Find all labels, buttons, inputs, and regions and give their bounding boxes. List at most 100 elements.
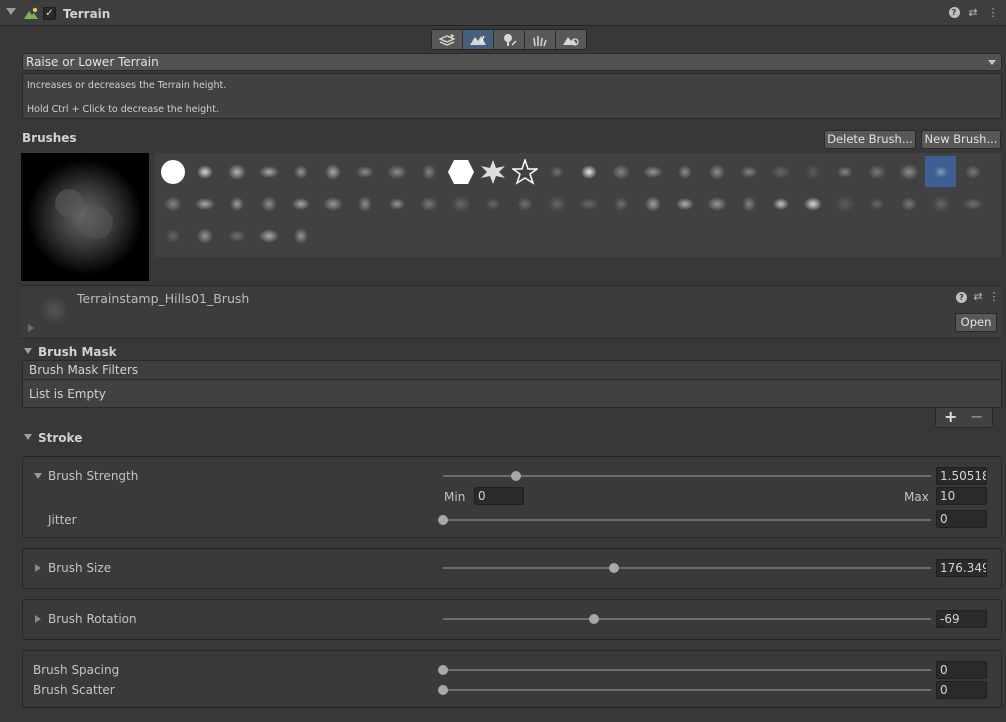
brush-thumbnail[interactable]	[317, 156, 348, 187]
brush-size-field[interactable]: 176.349	[936, 559, 987, 577]
remove-filter-button[interactable]: −	[970, 407, 983, 426]
brush-scatter-slider-thumb[interactable]	[438, 685, 448, 695]
delete-brush-button[interactable]: Delete Brush...	[824, 130, 916, 149]
brush-thumbnail[interactable]	[669, 156, 700, 187]
foldout-arrow-icon[interactable]	[35, 564, 41, 572]
brush-thumbnail[interactable]	[701, 188, 732, 219]
jitter-field[interactable]: 0	[936, 510, 987, 528]
brush-rotation-slider-track[interactable]	[443, 618, 931, 620]
brush-thumbnail[interactable]	[253, 188, 284, 219]
brush-thumbnail[interactable]	[285, 220, 316, 251]
brush-thumbnail[interactable]	[957, 188, 988, 219]
brush-thumbnail[interactable]	[317, 188, 348, 219]
asset-help-icon[interactable]: ?	[956, 292, 967, 303]
add-filter-button[interactable]: +	[944, 407, 957, 426]
brush-thumbnail[interactable]	[829, 188, 860, 219]
brush-rotation-field[interactable]: -69	[936, 610, 987, 628]
brush-thumbnail[interactable]	[445, 156, 476, 187]
brush-thumbnail[interactable]	[285, 156, 316, 187]
brush-rotation-slider-thumb[interactable]	[589, 614, 600, 624]
brush-thumbnail[interactable]	[797, 188, 828, 219]
brush-thumbnail[interactable]	[573, 156, 604, 187]
brush-thumbnail[interactable]	[189, 156, 220, 187]
brush-thumbnail[interactable]	[349, 156, 380, 187]
jitter-slider-track[interactable]	[443, 519, 931, 521]
brush-thumbnail[interactable]	[157, 220, 188, 251]
brush-spacing-slider-track[interactable]	[443, 669, 931, 671]
brush-thumbnail[interactable]	[221, 156, 252, 187]
brush-strength-slider-thumb[interactable]	[511, 471, 522, 481]
new-brush-button[interactable]: New Brush...	[921, 130, 1001, 149]
brush-thumbnail[interactable]	[285, 188, 316, 219]
brush-thumbnail[interactable]	[157, 188, 188, 219]
terrain-settings-button[interactable]	[556, 30, 586, 49]
brush-thumbnail[interactable]	[541, 156, 572, 187]
brush-thumbnail[interactable]	[765, 156, 796, 187]
brush-thumbnail[interactable]	[893, 188, 924, 219]
brush-thumbnail[interactable]	[573, 188, 604, 219]
brush-thumbnail[interactable]	[733, 188, 764, 219]
brush-thumbnail[interactable]	[829, 156, 860, 187]
min-field[interactable]: 0	[474, 487, 524, 505]
brush-thumbnail[interactable]	[797, 156, 828, 187]
jitter-slider-thumb[interactable]	[438, 515, 448, 525]
brush-thumbnail[interactable]	[189, 220, 220, 251]
brush-thumbnail[interactable]	[861, 188, 892, 219]
brush-thumbnail[interactable]	[541, 188, 572, 219]
enable-checkbox[interactable]: ✓	[43, 7, 56, 20]
brush-strength-field[interactable]: 1.50518	[936, 467, 987, 485]
brush-thumbnail[interactable]	[605, 156, 636, 187]
foldout-arrow-icon[interactable]	[35, 615, 41, 623]
brush-thumbnail[interactable]	[381, 188, 412, 219]
asset-preset-icon[interactable]: ⇄	[971, 290, 985, 304]
asset-more-menu-icon[interactable]: ⋮	[987, 290, 1001, 304]
asset-foldout-icon[interactable]	[28, 324, 34, 332]
brush-scatter-slider-track[interactable]	[443, 689, 931, 691]
paint-trees-button[interactable]	[494, 30, 525, 49]
brush-thumbnail[interactable]	[413, 156, 444, 187]
brush-thumbnail[interactable]	[637, 156, 668, 187]
more-menu-icon[interactable]: ⋮	[986, 6, 1000, 20]
paint-details-button[interactable]	[525, 30, 556, 49]
brush-thumbnail[interactable]	[925, 188, 956, 219]
brush-thumbnail[interactable]	[477, 188, 508, 219]
brush-thumbnail[interactable]	[477, 156, 508, 187]
create-neighbor-terrains-button[interactable]	[432, 30, 463, 49]
brush-thumbnail[interactable]	[605, 188, 636, 219]
brush-spacing-slider-thumb[interactable]	[438, 665, 448, 675]
foldout-arrow-icon[interactable]	[6, 8, 16, 15]
help-icon[interactable]: ?	[947, 6, 961, 20]
brush-thumbnail[interactable]	[509, 156, 540, 187]
brush-thumbnail[interactable]	[253, 156, 284, 187]
brush-size-slider-track[interactable]	[443, 567, 931, 569]
brush-scatter-field[interactable]: 0	[936, 681, 987, 699]
brush-thumbnail[interactable]	[893, 156, 924, 187]
brush-thumbnail[interactable]	[413, 188, 444, 219]
brush-thumbnail[interactable]	[221, 188, 252, 219]
brush-thumbnail[interactable]	[637, 188, 668, 219]
brush-size-slider-thumb[interactable]	[608, 563, 619, 573]
brush-thumbnail[interactable]	[157, 156, 188, 187]
brush-thumbnail[interactable]	[509, 188, 540, 219]
brush-thumbnail[interactable]	[349, 188, 380, 219]
brush-thumbnail[interactable]	[669, 188, 700, 219]
brush-thumbnail[interactable]	[221, 220, 252, 251]
brush-thumbnail[interactable]	[861, 156, 892, 187]
brush-thumbnail[interactable]	[445, 188, 476, 219]
max-field[interactable]: 10	[936, 487, 987, 505]
brush-thumbnail[interactable]	[253, 220, 284, 251]
open-button[interactable]: Open	[955, 313, 997, 332]
tool-dropdown[interactable]: Raise or Lower Terrain	[22, 53, 1002, 71]
brush-thumbnail[interactable]	[701, 156, 732, 187]
brush-thumbnail[interactable]	[925, 156, 956, 187]
preset-icon[interactable]: ⇄	[966, 6, 980, 20]
brush-mask-section-header[interactable]: Brush Mask	[0, 342, 1006, 362]
paint-terrain-button[interactable]	[463, 30, 494, 49]
brush-thumbnail[interactable]	[765, 188, 796, 219]
brush-thumbnail[interactable]	[733, 156, 764, 187]
brush-spacing-field[interactable]: 0	[936, 661, 987, 679]
brush-thumbnail[interactable]	[189, 188, 220, 219]
foldout-arrow-icon[interactable]	[34, 473, 42, 479]
brush-thumbnail[interactable]	[381, 156, 412, 187]
brush-thumbnail[interactable]	[957, 156, 988, 187]
